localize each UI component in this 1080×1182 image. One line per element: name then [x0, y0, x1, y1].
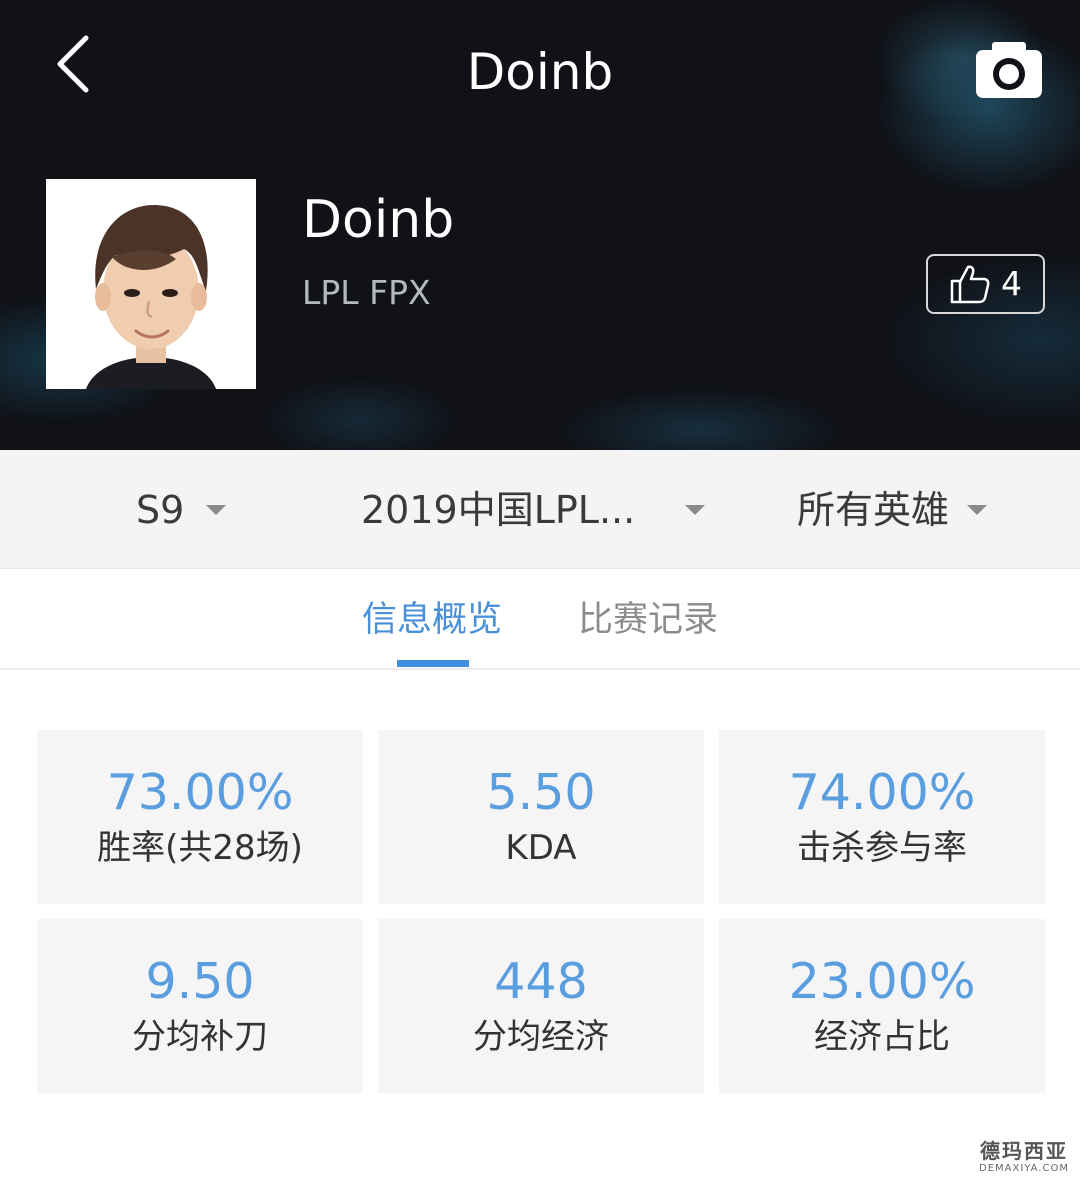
stat-value: 74.00% [788, 764, 976, 821]
stat-label: 分均经济 [473, 1017, 609, 1057]
tab-overview[interactable]: 信息概览 [362, 569, 502, 670]
caret-down-icon [685, 504, 706, 515]
tab-match-history[interactable]: 比赛记录 [578, 569, 718, 670]
stat-label: KDA [505, 828, 577, 868]
like-button[interactable]: 4 [926, 254, 1045, 314]
hero-filter-label: 所有英雄 [797, 487, 950, 532]
stat-value: 23.00% [788, 953, 976, 1010]
player-team: LPL FPX [302, 273, 431, 312]
camera-icon [976, 42, 1042, 98]
season-filter[interactable]: S9 [136, 450, 227, 569]
watermark-main: 德玛西亚 [980, 1139, 1068, 1163]
stat-label: 经济占比 [814, 1017, 950, 1057]
watermark: 德玛西亚 DEMAXIYA.COM [972, 1140, 1076, 1178]
like-count: 4 [1001, 264, 1022, 303]
caret-down-icon [206, 504, 227, 515]
camera-button[interactable] [974, 42, 1044, 100]
stat-label: 胜率(共28场) [97, 828, 303, 868]
player-header: Doinb Doinb LPL FPX 4 [0, 0, 1080, 450]
stat-card-kill-participation: 74.00% 击杀参与率 [719, 730, 1045, 904]
stat-card-cs-per-minute: 9.50 分均补刀 [37, 919, 363, 1093]
tab-match-history-label: 比赛记录 [578, 599, 719, 640]
stat-card-gold-per-minute: 448 分均经济 [378, 919, 704, 1093]
stat-card-win-rate: 73.00% 胜率(共28场) [37, 730, 363, 904]
season-filter-label: S9 [136, 487, 185, 532]
stat-label: 击杀参与率 [797, 828, 967, 868]
filter-bar: S9 2019中国LPL... 所有英雄 [0, 450, 1080, 569]
league-filter-label: 2019中国LPL... [361, 487, 636, 532]
stat-label: 分均补刀 [132, 1017, 268, 1057]
player-avatar [46, 179, 256, 389]
caret-down-icon [967, 504, 988, 515]
stat-card-gold-share: 23.00% 经济占比 [719, 919, 1045, 1093]
player-portrait-image [46, 179, 256, 389]
stat-value: 9.50 [145, 953, 255, 1010]
tab-overview-label: 信息概览 [362, 599, 503, 640]
page-title: Doinb [466, 43, 614, 101]
stat-value: 448 [494, 953, 588, 1010]
stat-value: 73.00% [106, 764, 294, 821]
watermark-sub: DEMAXIYA.COM [979, 1163, 1069, 1174]
stat-value: 5.50 [486, 764, 596, 821]
tab-bar: 信息概览 比赛记录 [0, 569, 1080, 670]
league-filter[interactable]: 2019中国LPL... [361, 450, 706, 569]
active-tab-indicator [397, 660, 469, 667]
hero-filter[interactable]: 所有英雄 [797, 450, 988, 569]
player-name: Doinb [302, 190, 455, 250]
thumbs-up-icon [950, 265, 990, 304]
stat-card-kda: 5.50 KDA [378, 730, 704, 904]
